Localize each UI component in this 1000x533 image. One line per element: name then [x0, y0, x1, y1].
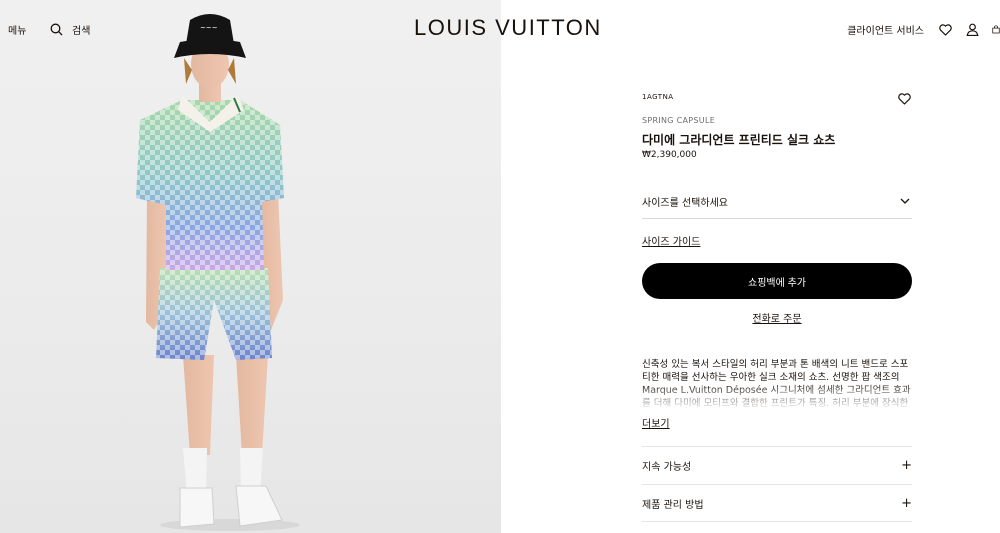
read-more-link[interactable]: 더보기 — [642, 415, 670, 430]
client-service-link[interactable]: 클라이언트 서비스 — [847, 22, 924, 37]
product-image[interactable]: ~~~ — [0, 0, 501, 533]
user-icon[interactable] — [965, 22, 980, 37]
product-price: ₩2,390,000 — [642, 150, 697, 160]
search-icon — [49, 22, 64, 37]
product-title: 다미에 그라디언트 프린티드 실크 쇼츠 — [642, 133, 836, 147]
size-selector-label: 사이즈를 선택하세요 — [642, 197, 728, 209]
plus-icon: + — [901, 458, 912, 473]
model-photo: ~~~ — [136, 14, 300, 531]
add-to-bag-button[interactable]: 쇼핑백에 추가 — [642, 263, 912, 299]
phone-order-link[interactable]: 전화로 주문 — [642, 310, 912, 325]
wishlist-heart-icon[interactable] — [897, 91, 912, 106]
search-button[interactable]: 검색 — [49, 22, 90, 37]
header-tools: 클라이언트 서비스 — [847, 22, 1000, 37]
accordion-label: 제품 관리 방법 — [642, 499, 704, 511]
site-header: 메뉴 검색 LOUIS VUITTON 클라이언트 서비스 — [0, 0, 1000, 60]
description-fade — [642, 382, 912, 410]
menu-button[interactable]: 메뉴 — [8, 22, 26, 37]
accordion-sustainability[interactable]: 지속 가능성 + — [642, 446, 912, 484]
collection-label: SPRING CAPSULE — [642, 116, 716, 125]
size-selector[interactable]: 사이즈를 선택하세요 — [642, 184, 912, 219]
plus-icon: + — [901, 495, 912, 511]
heart-icon[interactable] — [938, 22, 953, 37]
product-sku: 1AGTNA — [642, 93, 674, 101]
shopping-bag-icon[interactable] — [992, 22, 1000, 37]
brand-logo[interactable]: LOUIS VUITTON — [414, 15, 602, 41]
accordion-label: 지속 가능성 — [642, 462, 692, 473]
accordion-care-instructions[interactable]: 제품 관리 방법 + — [642, 484, 912, 522]
chevron-down-icon — [897, 194, 912, 209]
search-label: 검색 — [72, 26, 91, 37]
product-description: 신축성 있는 복서 스타일의 허리 부분과 톤 배색의 니트 밴드로 스포티한 … — [642, 358, 912, 410]
size-guide-link[interactable]: 사이즈 가이드 — [642, 233, 700, 248]
product-detail-panel: 1AGTNA SPRING CAPSULE 다미에 그라디언트 프린티드 실크 … — [642, 0, 912, 533]
